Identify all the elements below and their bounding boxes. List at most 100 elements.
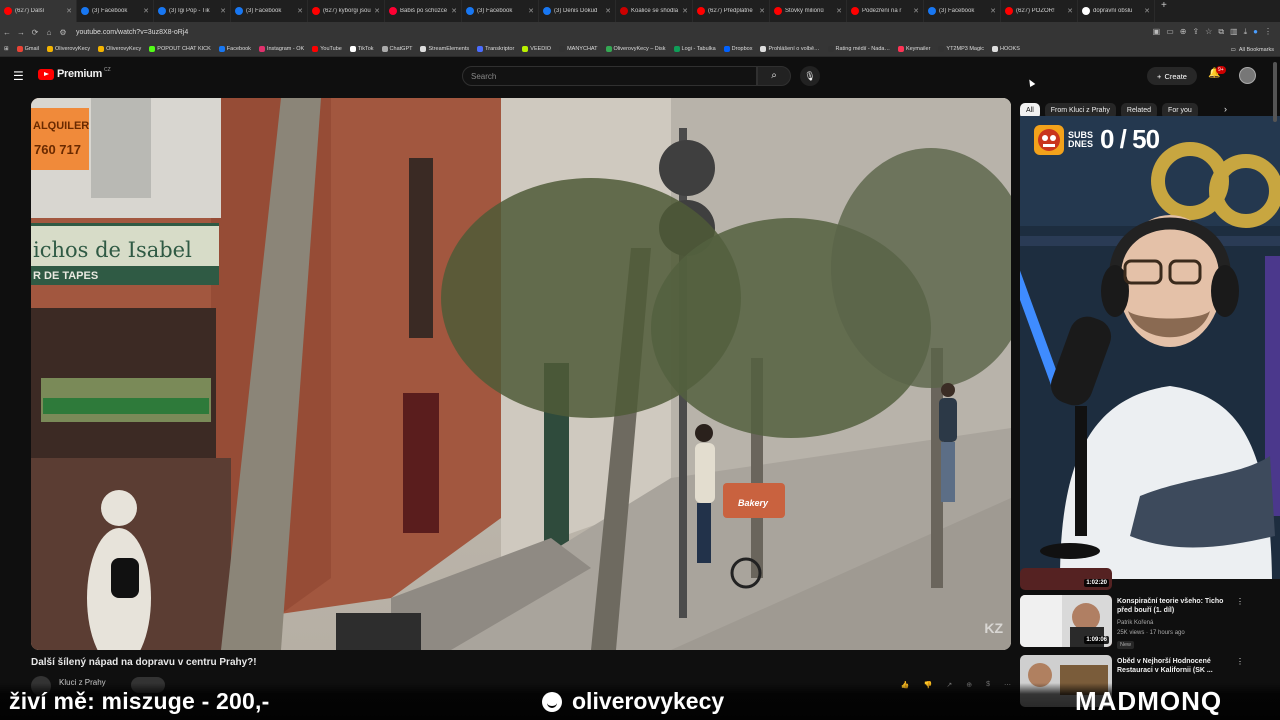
- tab-favicon-icon: [851, 7, 859, 15]
- tab-close-icon[interactable]: ✕: [759, 7, 765, 15]
- menu-dots-icon[interactable]: ⋮: [1264, 27, 1272, 37]
- site-info-icon[interactable]: ⚙: [56, 28, 70, 37]
- zoom-icon[interactable]: ⊕: [1180, 27, 1187, 37]
- tab-favicon-icon: [4, 7, 12, 15]
- apps-icon[interactable]: ⊞: [4, 46, 9, 52]
- search-input[interactable]: Search: [462, 66, 757, 86]
- bookmark-favicon-icon: [723, 46, 730, 52]
- tab-close-icon[interactable]: ✕: [66, 7, 72, 15]
- tab-close-icon[interactable]: ✕: [143, 7, 149, 15]
- bookmark-item[interactable]: OliverovyKecy: [98, 46, 141, 52]
- bookmark-list: Gmail OliverovyKecy OliverovyKecy POPOUT CH…: [16, 46, 1028, 52]
- create-button[interactable]: + Create: [1147, 67, 1197, 85]
- bookmark-favicon-icon: [760, 46, 767, 52]
- streamer-webcam: [1020, 116, 1280, 579]
- bookmark-item[interactable]: OliverovyKecy: [46, 46, 90, 52]
- more-options-icon[interactable]: ⋮: [1236, 657, 1244, 666]
- cast-icon[interactable]: ▭: [1166, 27, 1174, 37]
- all-bookmarks-button[interactable]: ▭ All Bookmarks: [1231, 42, 1274, 57]
- tab-close-icon[interactable]: ✕: [374, 7, 380, 15]
- browser-tab[interactable]: (3) Facebook ✕: [924, 0, 1001, 22]
- tab-close-icon[interactable]: ✕: [913, 7, 919, 15]
- bookmark-item[interactable]: StreamElements: [420, 46, 469, 52]
- bookmark-item[interactable]: MANYCHAT: [559, 46, 598, 52]
- search-button[interactable]: ⌕: [757, 66, 791, 86]
- browser-tab[interactable]: dopravní obslu ✕: [1078, 0, 1155, 22]
- tab-close-icon[interactable]: ✕: [528, 7, 534, 15]
- bookmark-item[interactable]: VEEDIO: [522, 46, 551, 52]
- browser-tab[interactable]: (627) POZOR! ✕: [1001, 0, 1078, 22]
- hamburger-menu-icon[interactable]: ☰: [13, 69, 27, 83]
- browser-tab[interactable]: Podezření na r ✕: [847, 0, 924, 22]
- browser-tab[interactable]: (3) Denis Dokud ✕: [539, 0, 616, 22]
- bookmark-item[interactable]: TikTok: [349, 46, 374, 52]
- tab-close-icon[interactable]: ✕: [297, 7, 303, 15]
- bookmark-item[interactable]: Instagram - OK: [258, 46, 304, 52]
- webcam-frame: [1020, 116, 1280, 579]
- home-icon[interactable]: ⌂: [42, 28, 56, 37]
- bookmark-label: TikTok: [357, 46, 374, 52]
- bookmark-item[interactable]: Gmail: [16, 46, 39, 52]
- suggestion-thumbnail: 1:02:20: [1020, 568, 1112, 590]
- install-app-icon[interactable]: ▣: [1153, 27, 1161, 37]
- bookmark-item[interactable]: YouTube: [312, 46, 342, 52]
- download-icon[interactable]: ⤓: [1244, 27, 1248, 37]
- bookmark-item[interactable]: HOOKS: [992, 46, 1020, 52]
- more-options-icon[interactable]: ⋮: [1236, 597, 1244, 606]
- tab-close-icon[interactable]: ✕: [990, 7, 996, 15]
- bookmark-item[interactable]: ChatGPT: [381, 46, 412, 52]
- reload-icon[interactable]: ⟳: [28, 28, 42, 37]
- overlay-handle-text: oliverovykecy: [572, 688, 725, 714]
- youtube-logo[interactable]: Premium CZ: [38, 67, 111, 80]
- suggestion-item-1[interactable]: 1:09:06 Konspirační teorie všeho: Ticho …: [1020, 595, 1260, 651]
- page-scrollbar[interactable]: [1273, 62, 1277, 122]
- bookmark-item[interactable]: Dropbox: [723, 46, 752, 52]
- bookmark-item[interactable]: Logi - Tabulka: [673, 46, 716, 52]
- share-icon[interactable]: ⇪: [1192, 27, 1199, 37]
- browser-tab[interactable]: (3) Igi Pop - Tik ✕: [154, 0, 231, 22]
- browser-tab[interactable]: Koalice se shodla ✕: [616, 0, 693, 22]
- bookmark-item[interactable]: Keymailer: [897, 46, 930, 52]
- bookmark-item[interactable]: POPOUT CHAT KICK: [149, 46, 211, 52]
- tab-close-icon[interactable]: ✕: [1067, 7, 1073, 15]
- voice-search-icon[interactable]: 🎙: [800, 66, 820, 86]
- bookmark-label: VEEDIO: [530, 46, 552, 52]
- chevron-right-icon[interactable]: ›: [1224, 104, 1227, 114]
- bookmark-item[interactable]: OliverovyKecy – Disk: [605, 46, 666, 52]
- notification-badge: 9+: [1216, 66, 1226, 74]
- bookmark-star-icon[interactable]: ☆: [1205, 27, 1212, 37]
- browser-tab[interactable]: (627) Předplatné ✕: [693, 0, 770, 22]
- bookmark-item[interactable]: Rating médií - Nada…: [827, 46, 890, 52]
- browser-tab[interactable]: (3) Facebook ✕: [462, 0, 539, 22]
- tab-favicon-icon: [620, 7, 628, 15]
- browser-tab[interactable]: Stovky milionů ✕: [770, 0, 847, 22]
- suggestion-partial[interactable]: 1:02:20: [1020, 568, 1260, 590]
- bookmark-item[interactable]: Transkriptor: [477, 46, 514, 52]
- back-icon[interactable]: ←: [0, 28, 14, 37]
- bookmark-item[interactable]: YT2MP3 Magic: [938, 46, 984, 52]
- forward-icon[interactable]: →: [14, 28, 28, 37]
- browser-tab[interactable]: (3) Facebook ✕: [77, 0, 154, 22]
- browser-tab[interactable]: (627) Další ✕: [0, 0, 77, 22]
- bookmark-favicon-icon: [559, 46, 566, 52]
- sidepanel-icon[interactable]: ▥: [1230, 27, 1238, 37]
- bookmark-item[interactable]: Prohlášení o volbě…: [760, 46, 820, 52]
- tab-close-icon[interactable]: ✕: [1144, 7, 1150, 15]
- new-tab-icon[interactable]: +: [1161, 0, 1167, 22]
- browser-tab[interactable]: Babiš po schůzce ✕: [385, 0, 462, 22]
- extensions-icon[interactable]: ⧉: [1218, 27, 1224, 37]
- url-text[interactable]: youtube.com/watch?v=3uz8X8-oRj4: [76, 29, 1153, 36]
- profile-icon[interactable]: ●: [1253, 27, 1258, 37]
- account-avatar[interactable]: [1239, 67, 1256, 84]
- tab-close-icon[interactable]: ✕: [682, 7, 688, 15]
- bookmark-item[interactable]: Facebook: [218, 46, 251, 52]
- subs-label-line2: DNES: [1068, 138, 1094, 149]
- browser-tab[interactable]: (627) kyborgi jsou ✕: [308, 0, 385, 22]
- tab-close-icon[interactable]: ✕: [451, 7, 457, 15]
- tab-label: (3) Facebook: [477, 8, 513, 14]
- tab-close-icon[interactable]: ✕: [836, 7, 842, 15]
- browser-tab[interactable]: (3) Facebook ✕: [231, 0, 308, 22]
- tab-close-icon[interactable]: ✕: [605, 7, 611, 15]
- tab-close-icon[interactable]: ✕: [220, 7, 226, 15]
- video-player[interactable]: ALQUILER 760 717 ichos de Isabel R DE TA…: [31, 98, 1011, 650]
